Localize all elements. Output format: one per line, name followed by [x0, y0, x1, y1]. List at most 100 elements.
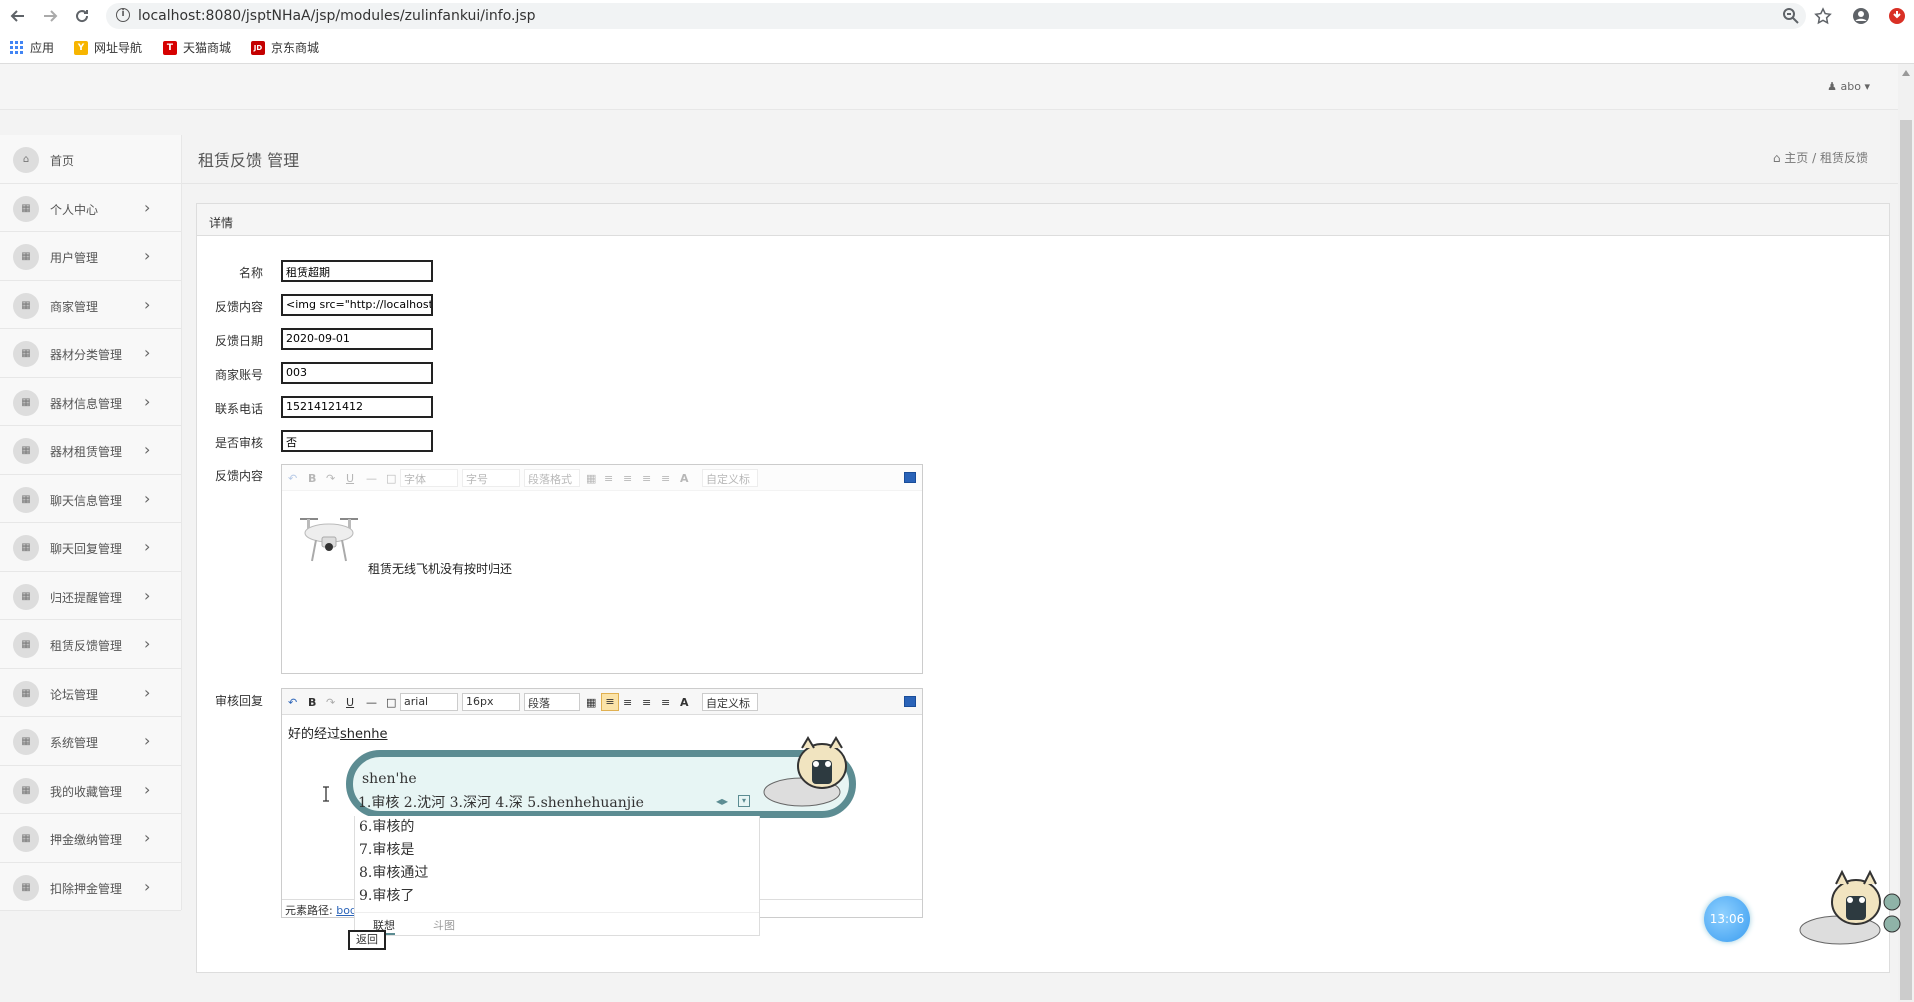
- ime-candidate[interactable]: 8.审核通过: [355, 862, 759, 885]
- table-icon: ▦: [13, 195, 39, 222]
- bookmark-tmall[interactable]: T 天猫商城: [163, 39, 231, 56]
- sidebar-item-users[interactable]: ▦ 用户管理 ›: [0, 232, 181, 281]
- sidebar-item-rental-feedback[interactable]: ▦ 租赁反馈管理 ›: [0, 620, 181, 669]
- star-icon[interactable]: [1814, 7, 1832, 25]
- bold-icon[interactable]: B: [308, 472, 316, 485]
- table-icon[interactable]: ▦: [586, 472, 596, 485]
- ime-candidate[interactable]: 7.审核是: [355, 839, 759, 862]
- table-icon[interactable]: ▦: [586, 696, 596, 709]
- sidebar-item-label: 器材信息管理: [50, 396, 123, 411]
- font-select[interactable]: 字体: [400, 469, 458, 487]
- sidebar-item-deposit-pay[interactable]: ▦ 押金缴纳管理 ›: [0, 814, 181, 863]
- table-icon: ▦: [13, 486, 39, 513]
- size-select[interactable]: 字号: [462, 469, 520, 487]
- scroll-up-icon[interactable]: [1902, 70, 1910, 76]
- fullscreen-icon[interactable]: [904, 696, 916, 707]
- sidebar-item-favorites[interactable]: ▦ 我的收藏管理 ›: [0, 766, 181, 814]
- breadcrumb-home[interactable]: 主页: [1784, 151, 1808, 165]
- ime-candidate-window: shen'he 1.审核 2.沈河 3.深河 4.深 5.shenhehuanj…: [346, 736, 856, 936]
- paragraph-select[interactable]: 段落: [524, 693, 580, 711]
- undo-icon[interactable]: ↶: [288, 472, 297, 485]
- sidebar-item-label: 押金缴纳管理: [50, 833, 123, 847]
- align-right-icon[interactable]: ≡: [642, 696, 651, 709]
- sidebar-item-personal[interactable]: ▦ 个人中心 ›: [0, 184, 181, 232]
- justify-icon[interactable]: ≡: [661, 472, 670, 485]
- sidebar-item-chat-info[interactable]: ▦ 聊天信息管理 ›: [0, 475, 181, 523]
- sidebar-item-system[interactable]: ▦ 系统管理 ›: [0, 717, 181, 766]
- font-select[interactable]: arial: [400, 693, 458, 711]
- name-field[interactable]: 租赁超期: [281, 260, 433, 282]
- paragraph-select[interactable]: 段落格式: [524, 469, 580, 487]
- bookmark-nav[interactable]: Y 网址导航: [74, 39, 142, 56]
- address-bar[interactable]: i localhost:8080/jsptNHaA/jsp/modules/zu…: [106, 3, 1806, 29]
- expand-icon[interactable]: ▾: [738, 795, 750, 807]
- ime-tab-emoji[interactable]: 斗图: [433, 917, 455, 933]
- sidebar-item-equip-info[interactable]: ▦ 器材信息管理 ›: [0, 378, 181, 426]
- update-icon[interactable]: [1888, 7, 1906, 25]
- align-center-icon[interactable]: ≡: [623, 472, 632, 485]
- ime-first-row[interactable]: 1.审核 2.沈河 3.深河 4.深 5.shenhehuanjie: [358, 792, 644, 812]
- sidebar-item-merchants[interactable]: ▦ 商家管理 ›: [0, 281, 181, 329]
- divider: [182, 183, 1898, 184]
- profile-icon[interactable]: [1852, 7, 1870, 25]
- merchant-account-field[interactable]: 003: [281, 362, 433, 384]
- sidebar-item-equip-rental[interactable]: ▦ 器材租赁管理 ›: [0, 426, 181, 475]
- bookmarks-bar: 应用 Y 网址导航 T 天猫商城 JD 京东商城: [0, 34, 1914, 62]
- custom-style-select[interactable]: 自定义标: [702, 469, 758, 487]
- size-select[interactable]: 16px: [462, 693, 520, 711]
- ime-candidate[interactable]: 9.审核了: [355, 885, 759, 908]
- table-icon: ▦: [13, 583, 39, 610]
- review-status-field[interactable]: 否: [281, 430, 433, 452]
- sidebar-item-label: 器材分类管理: [50, 348, 123, 362]
- custom-style-select[interactable]: 自定义标: [702, 693, 758, 711]
- bookmark-apps[interactable]: 应用: [10, 39, 54, 56]
- sidebar-item-return-reminder[interactable]: ▦ 归还提醒管理 ›: [0, 572, 181, 620]
- ime-candidate[interactable]: 6.审核的: [355, 816, 759, 839]
- fullscreen-icon[interactable]: [904, 472, 916, 483]
- feedback-content-field[interactable]: <img src="http://localhost:8080/: [281, 294, 433, 316]
- table-icon: ▦: [13, 632, 39, 658]
- undo-icon[interactable]: ↶: [288, 696, 297, 709]
- align-right-icon[interactable]: ≡: [642, 472, 651, 485]
- sidebar-item-equip-category[interactable]: ▦ 器材分类管理 ›: [0, 329, 181, 378]
- phone-field[interactable]: 15214121412: [281, 396, 433, 418]
- eraser-icon[interactable]: □: [386, 696, 396, 709]
- sidebar-item-deposit-deduct[interactable]: ▦ 扣除押金管理 ›: [0, 863, 181, 911]
- zoom-icon[interactable]: [1782, 7, 1800, 25]
- page-scrollbar[interactable]: [1898, 64, 1914, 1002]
- floating-clock[interactable]: 13:06: [1704, 896, 1750, 942]
- hr-icon[interactable]: —: [366, 472, 377, 485]
- sidebar-item-home[interactable]: ⌂ 首页: [0, 135, 181, 184]
- user-menu[interactable]: ♟ abo ▾: [1827, 80, 1870, 93]
- reload-icon[interactable]: [73, 7, 91, 25]
- return-button[interactable]: 返回: [348, 930, 386, 950]
- font-color-icon[interactable]: A: [680, 696, 689, 709]
- justify-icon[interactable]: ≡: [661, 696, 670, 709]
- redo-icon[interactable]: ↷: [326, 696, 335, 709]
- font-color-icon[interactable]: A: [680, 472, 689, 485]
- sidebar-item-label: 我的收藏管理: [50, 784, 123, 799]
- forward-icon[interactable]: [41, 7, 59, 25]
- hr-icon[interactable]: —: [366, 696, 377, 709]
- field-label: 名称: [238, 266, 263, 280]
- underline-icon[interactable]: U: [346, 472, 354, 485]
- page-arrows-icon[interactable]: ◂▸: [716, 794, 728, 808]
- back-icon[interactable]: [9, 7, 27, 25]
- info-icon[interactable]: i: [116, 8, 130, 22]
- sidebar-item-forum[interactable]: ▦ 论坛管理 ›: [0, 669, 181, 717]
- bookmark-jd[interactable]: JD 京东商城: [251, 39, 319, 56]
- sidebar-item-label: 用户管理: [50, 251, 99, 265]
- chevron-right-icon: ›: [144, 537, 151, 556]
- redo-icon[interactable]: ↷: [326, 472, 335, 485]
- table-icon: ▦: [13, 874, 39, 901]
- align-center-icon[interactable]: ≡: [623, 696, 632, 709]
- underline-icon[interactable]: U: [346, 696, 354, 709]
- align-left-icon[interactable]: ≡: [604, 472, 613, 485]
- feedback-date-field[interactable]: 2020-09-01: [281, 328, 433, 350]
- align-left-icon[interactable]: ≡: [601, 693, 619, 711]
- eraser-icon[interactable]: □: [386, 472, 396, 485]
- sidebar-item-label: 个人中心: [50, 202, 99, 217]
- bold-icon[interactable]: B: [308, 696, 316, 709]
- sidebar-item-chat-reply[interactable]: ▦ 聊天回复管理 ›: [0, 523, 181, 572]
- mascot-icon[interactable]: [1796, 866, 1904, 948]
